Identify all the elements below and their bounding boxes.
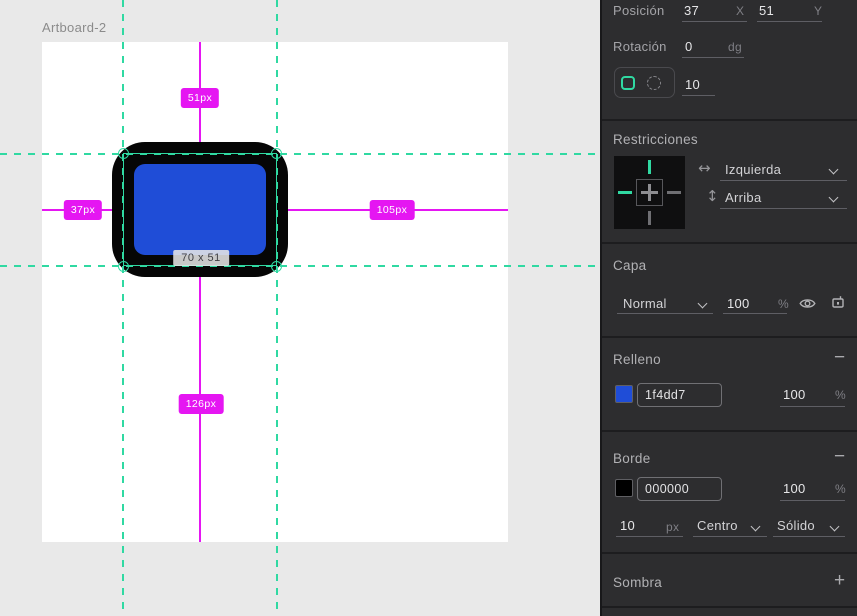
border-opacity-unit: % [835, 482, 846, 496]
layer-opacity-unit: % [778, 297, 789, 311]
fill-opacity-unit: % [835, 388, 846, 402]
constraint-right-tick[interactable] [667, 191, 681, 194]
position-y-unit: Y [814, 4, 822, 18]
horizontal-arrow-icon: ↔ [698, 159, 711, 177]
fill-color-swatch[interactable] [615, 385, 633, 403]
border-width-unit: px [666, 520, 679, 534]
fill-hex-input[interactable]: 1f4dd7 [637, 383, 722, 407]
add-shadow-button[interactable]: + [834, 571, 845, 590]
rotation-label: Rotación [613, 39, 667, 54]
chevron-down-icon [698, 299, 708, 309]
chevron-down-icon [830, 522, 840, 532]
border-style-dropdown[interactable]: Sólido [777, 518, 815, 533]
constraints-widget[interactable] [614, 156, 685, 229]
layer-opacity-input[interactable]: 100 [727, 296, 750, 311]
size-badge: 70 x 51 [173, 250, 229, 266]
independent-radius-icon[interactable] [647, 76, 661, 90]
blend-mode-dropdown[interactable]: Normal [623, 296, 667, 311]
selection-handle-bottom-left[interactable] [118, 261, 129, 272]
selection-handle-top-left[interactable] [118, 148, 129, 159]
chevron-down-icon [829, 193, 839, 203]
remove-border-button[interactable]: − [834, 447, 845, 466]
snap-guide-left [122, 0, 124, 616]
border-hex-input[interactable]: 000000 [637, 477, 722, 501]
chevron-down-icon [829, 165, 839, 175]
artboard-label[interactable]: Artboard-2 [42, 20, 106, 35]
canvas-area: Artboard-2 51px 37px 105px 126px 70 x 51 [0, 0, 600, 616]
shadow-title: Sombra [613, 575, 662, 590]
constraint-bottom-tick[interactable] [648, 211, 651, 225]
measure-badge-top: 51px [181, 88, 219, 108]
measure-badge-bottom: 126px [179, 394, 224, 414]
constraint-left-tick[interactable] [618, 191, 632, 194]
uniform-radius-icon[interactable] [621, 76, 635, 90]
measure-badge-right: 105px [370, 200, 415, 220]
border-align-dropdown[interactable]: Centro [697, 518, 738, 533]
rotation-unit: dg [728, 40, 742, 54]
eye-icon[interactable] [799, 297, 816, 310]
snap-guide-right [276, 0, 278, 616]
corner-radius-input[interactable]: 10 [685, 77, 700, 92]
layer-title: Capa [613, 258, 646, 273]
position-x-unit: X [736, 4, 744, 18]
border-title: Borde [613, 451, 651, 466]
fill-opacity-input[interactable]: 100 [783, 387, 806, 402]
vertical-constraint-dropdown[interactable]: Arriba [725, 190, 761, 205]
rotation-input[interactable]: 0 [685, 39, 693, 54]
corner-radius-mode-group [614, 67, 675, 98]
chevron-down-icon [751, 522, 761, 532]
border-opacity-input[interactable]: 100 [783, 481, 806, 496]
position-x-input[interactable]: 37 [684, 3, 699, 18]
snap-guide-top [0, 153, 600, 155]
artboard[interactable] [42, 42, 508, 542]
constraints-title: Restricciones [613, 132, 698, 147]
measure-badge-left: 37px [64, 200, 102, 220]
border-color-swatch[interactable] [615, 479, 633, 497]
constraint-top-tick[interactable] [648, 160, 651, 174]
unlock-icon[interactable] [831, 293, 845, 309]
snap-guide-bottom [0, 265, 600, 267]
selection-handle-top-right[interactable] [271, 148, 282, 159]
properties-panel: Posición 37 X 51 Y Rotación 0 dg 10 Rest… [600, 0, 857, 616]
vertical-arrow-icon: ↕ [706, 187, 719, 205]
remove-fill-button[interactable]: − [834, 348, 845, 367]
fill-title: Relleno [613, 352, 661, 367]
position-y-input[interactable]: 51 [759, 3, 774, 18]
position-label: Posición [613, 3, 665, 18]
selection-handle-bottom-right[interactable] [271, 261, 282, 272]
border-width-input[interactable]: 10 [620, 518, 635, 533]
horizontal-constraint-dropdown[interactable]: Izquierda [725, 162, 781, 177]
